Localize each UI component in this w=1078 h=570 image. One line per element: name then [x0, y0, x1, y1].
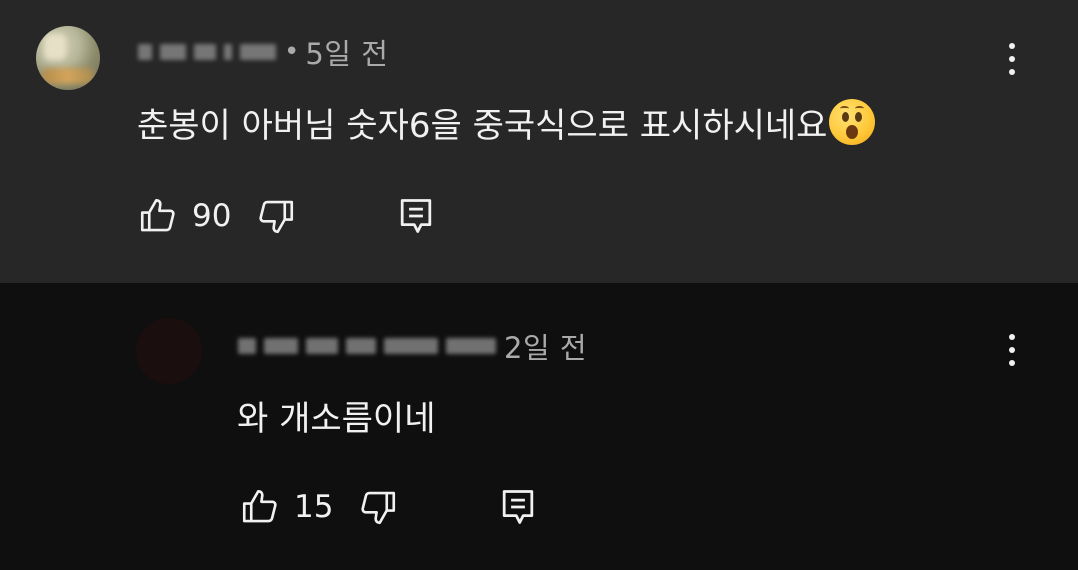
more-vertical-icon[interactable]	[1002, 328, 1022, 372]
thumbs-down-icon[interactable]	[254, 194, 298, 238]
astonished-face-emoji	[829, 99, 876, 145]
comment-header: 2일 전	[238, 326, 587, 366]
comment-item: • 5일 전 춘봉이 아버님 숫자6을 중국식으로 표시하시네요 90	[0, 0, 1078, 283]
like-count: 90	[192, 198, 232, 234]
comment-text-body: 와 개소름이네	[237, 398, 436, 439]
comment-actions: 90	[136, 191, 438, 241]
more-vertical-icon[interactable]	[1002, 37, 1022, 81]
comment-text: 와 개소름이네	[237, 389, 436, 441]
comment-header: • 5일 전	[138, 32, 388, 72]
reply-item: 2일 전 와 개소름이네 15	[0, 283, 1078, 570]
comment-actions: 15	[238, 482, 540, 532]
author-name-blurred[interactable]	[138, 44, 276, 60]
thumbs-up-icon[interactable]	[238, 485, 282, 529]
like-count: 15	[294, 489, 334, 525]
comment-text-body: 춘봉이 아버님 숫자6을 중국식으로 표시하시네요	[137, 105, 828, 146]
separator-dot: •	[284, 37, 300, 67]
reply-icon[interactable]	[496, 485, 540, 529]
avatar[interactable]	[36, 26, 100, 90]
comment-text: 춘봉이 아버님 숫자6을 중국식으로 표시하시네요	[137, 96, 876, 148]
comment-timestamp: 2일 전	[504, 331, 588, 365]
author-name-blurred[interactable]	[238, 338, 496, 354]
thumbs-down-icon[interactable]	[356, 485, 400, 529]
thumbs-up-icon[interactable]	[136, 194, 180, 238]
reply-icon[interactable]	[394, 194, 438, 238]
comment-timestamp: 5일 전	[305, 37, 389, 71]
avatar[interactable]	[136, 318, 202, 384]
